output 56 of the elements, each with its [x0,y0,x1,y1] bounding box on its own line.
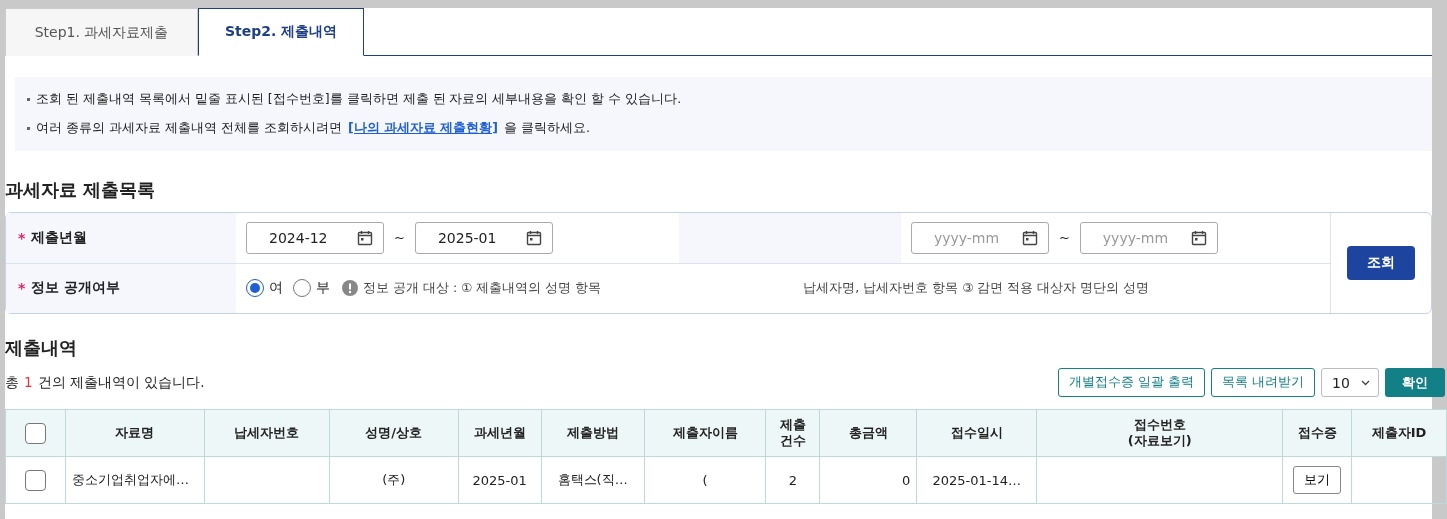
range-separator: ~ [1058,230,1070,246]
chevron-down-icon [1361,379,1370,386]
summary-text: 총 [5,373,19,392]
column-header: 제출 건수 [765,409,820,457]
column-header: 제출방법 [541,409,645,457]
calendar-icon[interactable] [1190,229,1207,246]
required-mark: * [18,280,26,297]
tab[interactable]: Step2. 제출내역 [198,8,364,56]
confirm-button[interactable]: 확인 [1385,368,1445,397]
date-field[interactable]: 2025-01 [414,221,553,254]
tab[interactable]: Step1. 과세자료제출 [5,8,198,56]
info-icon [342,280,358,297]
calendar-icon[interactable] [525,229,542,246]
column-header: 제출자이름 [644,409,766,457]
table-cell: 2 [788,472,798,488]
table-cell: 홈택스(직… [557,472,628,487]
column-header: 자료명 [65,409,205,457]
action-button[interactable]: 개별접수증 일괄 출력 [1058,368,1205,397]
section-title: 과세자료 제출목록 [5,178,157,202]
notice-text: 조회 된 제출내역 목록에서 밑줄 표시된 [접수번호]를 클릭하면 제출 된 자료의 세부내용을 확인 할 수 있습니다. [27,91,1420,108]
summary-text: 건의 제출내역이 있습니다. [37,373,205,392]
column-header: 제출자ID [1351,409,1447,457]
date-field[interactable]: 2024-12 [246,221,384,254]
calendar-icon[interactable] [1021,229,1038,246]
column-header: 접수증 [1282,409,1352,457]
radio-label[interactable]: 부 [316,279,330,298]
table-cell: 0 [902,472,911,488]
table-cell: ( [702,472,708,488]
column-header: 과세년월 [458,409,542,457]
info-text: 납세자명, 납세자번호 항목 ③ 감면 적용 대상자 명단의 성명 [803,279,1150,297]
column-header: 납세자번호 [204,409,330,457]
column-header: 접수번호 (자료보기) [1036,409,1283,457]
notice-text: 여러 종류의 과세자료 제출내역 전체를 조회하시려면 [나의 과세자료 제출현황] 을 클릭하세요. [27,120,1420,137]
info-text: 정보 공개 대상 : ① 제출내역의 성명 항목 [363,279,602,297]
checkbox[interactable] [24,469,46,491]
required-mark: * [18,229,26,246]
section-title: 제출내역 [5,336,78,360]
column-header: 접수일시 [916,409,1037,457]
calendar-icon[interactable] [357,229,373,246]
range-separator: ~ [394,230,405,246]
label-text: 정보 공개여부 [31,279,121,298]
table-cell: 2025-01 [472,472,527,488]
page-size-select[interactable]: 10 [1321,368,1379,397]
search-button[interactable]: 조회 [1347,246,1415,280]
label-text: 제출년월 [31,228,88,247]
action-button[interactable]: 목록 내려받기 [1211,368,1315,397]
radio-label[interactable]: 여 [269,279,283,298]
result-count: 1 [24,373,33,392]
checkbox[interactable] [24,422,46,444]
column-header: 총금액 [819,409,917,457]
table-cell: 중소기업취업자에… [71,472,189,487]
view-button[interactable]: 보기 [1293,466,1341,494]
table-cell: (주) [382,472,406,487]
column-header: 성명/상호 [329,409,459,457]
status-link[interactable]: [나의 과세자료 제출현황] [347,120,498,137]
table-cell: 2025-01-14… [932,472,1022,488]
